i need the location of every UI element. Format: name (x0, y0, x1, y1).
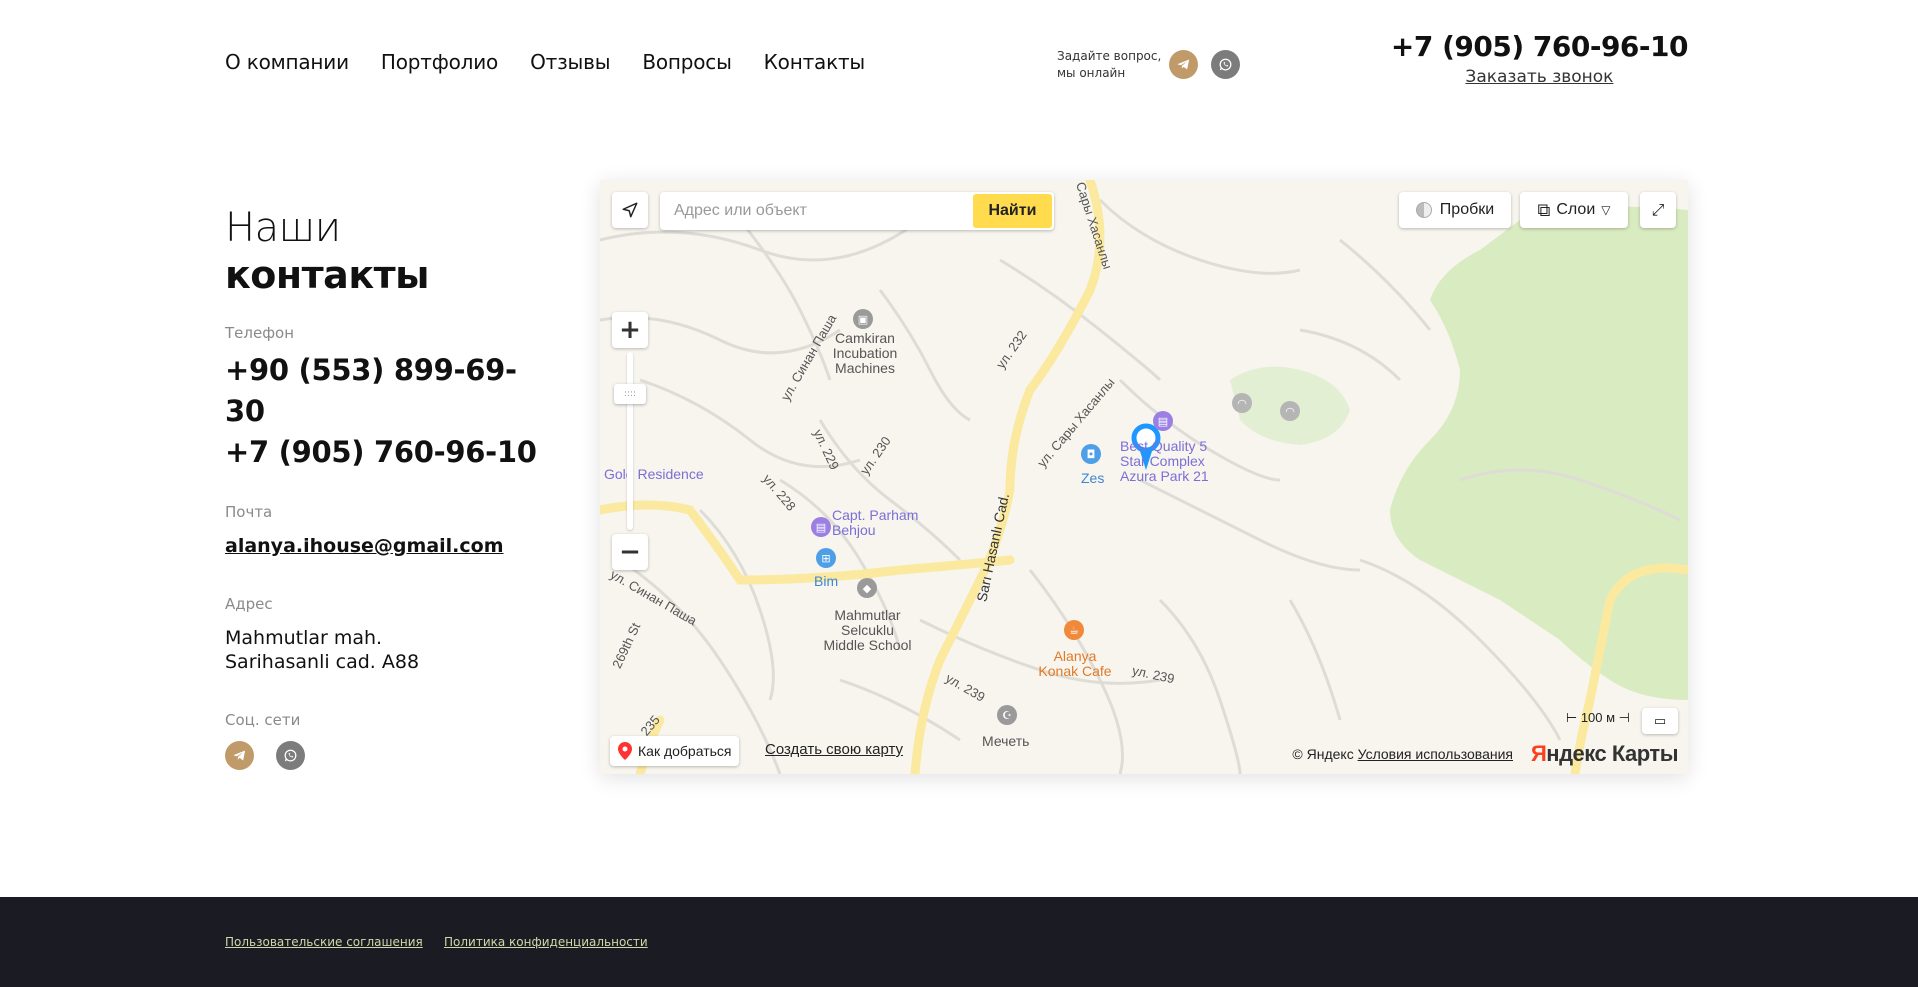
zoom-slider-track[interactable] (627, 352, 633, 530)
cafe-icon[interactable]: ☕ (1064, 620, 1084, 640)
layers-label: Слои (1556, 201, 1596, 218)
map-label-school[interactable]: Mahmutlar Selcuklu Middle School (810, 608, 925, 653)
geolocation-button[interactable] (612, 192, 648, 228)
chevron-down-icon: ▽ (1601, 203, 1611, 217)
cemetery-icon[interactable]: ◠ (1280, 401, 1300, 421)
phone-label: Телефон (225, 324, 295, 342)
traffic-label: Пробки (1439, 201, 1495, 218)
route-label: Как добраться (638, 743, 732, 759)
contacts-section: Наши контакты Телефон +90 (553) 899-69-3… (225, 205, 555, 770)
social-label: Соц. сети (225, 711, 301, 729)
ruler-icon: ▭ (1653, 713, 1667, 729)
traffic-icon (1415, 202, 1432, 218)
ask-question-text: Задайте вопрос, мы онлайн (1057, 48, 1167, 82)
copyright-text: © Яндекс (1292, 746, 1354, 762)
cemetery-icon[interactable]: ◠ (1232, 393, 1252, 413)
user-agreements-link[interactable]: Пользовательские соглашения (225, 935, 423, 949)
telegram-icon[interactable] (1169, 50, 1198, 79)
car-icon[interactable]: ◘ (1081, 444, 1101, 464)
map-label-best-quality[interactable]: Best Quality 5 Star Complex Azura Park 2… (1120, 439, 1209, 484)
main-nav: О компании Портфолио Отзывы Вопросы Конт… (225, 50, 897, 74)
address-label: Адрес (225, 595, 273, 613)
telegram-icon[interactable] (225, 741, 254, 770)
zoom-out-button[interactable]: − (612, 534, 648, 570)
minus-icon: − (619, 537, 641, 567)
phone-1[interactable]: +90 (553) 899-69-30 (225, 350, 555, 432)
yandex-maps-logo[interactable]: Яндекс Карты (1530, 741, 1679, 767)
yandex-map[interactable]: ▣ Camkiran Incubation Machines Gold Resi… (600, 180, 1688, 774)
nav-portfolio[interactable]: Портфолио (381, 50, 498, 74)
map-search: Найти (660, 192, 1054, 230)
hotel-icon[interactable]: ▤ (1153, 411, 1173, 431)
plus-icon: + (619, 315, 641, 345)
map-label-zes[interactable]: Zes (1081, 471, 1104, 486)
map-label-capt-parham[interactable]: Capt. Parham Behjou (832, 508, 918, 538)
hotel-icon[interactable]: ▤ (811, 517, 831, 537)
address-line-1: Mahmutlar mah. (225, 627, 383, 649)
site-footer: Пользовательские соглашения Политика кон… (0, 897, 1918, 987)
mosque-icon[interactable]: ☪ (997, 705, 1017, 725)
shop-icon[interactable]: ⊞ (816, 548, 836, 568)
navigation-arrow-icon (622, 202, 638, 218)
whatsapp-icon[interactable] (276, 741, 305, 770)
terms-of-use-link[interactable]: Условия использования (1358, 746, 1513, 762)
zoom-slider-handle[interactable]: :::: (614, 384, 646, 404)
map-label-bim[interactable]: Bim (814, 574, 838, 589)
logo-text: ндекс Карты (1546, 741, 1678, 766)
email-label: Почта (225, 503, 273, 521)
header-phone-block: +7 (905) 760-96-10 Заказать звонок (1391, 30, 1689, 87)
map-label-mosque[interactable]: Мечеть (982, 734, 1029, 749)
address-line-2: Sarihasanli cad. A88 (225, 651, 420, 673)
layers-button[interactable]: ⧉ Слои ▽ (1520, 192, 1628, 228)
map-search-button[interactable]: Найти (972, 194, 1052, 228)
scale-label: 100 м (1580, 710, 1616, 725)
map-marker-icon (618, 742, 632, 760)
map-copyright: © Яндекс Условия использования (1292, 746, 1513, 762)
map-search-input[interactable] (660, 192, 971, 230)
zoom-control: + :::: − (612, 312, 648, 572)
map-scale: ⊢ 100 м ⊣ (1565, 710, 1630, 725)
header-phone[interactable]: +7 (905) 760-96-10 (1391, 30, 1689, 63)
nav-contacts[interactable]: Контакты (764, 50, 866, 74)
factory-icon[interactable]: ▣ (853, 309, 873, 329)
site-header: О компании Портфолио Отзывы Вопросы Конт… (0, 0, 1918, 130)
nav-questions[interactable]: Вопросы (642, 50, 732, 74)
whatsapp-icon[interactable] (1211, 50, 1240, 79)
email-link[interactable]: alanya.ihouse@gmail.com (225, 535, 555, 557)
nav-reviews[interactable]: Отзывы (530, 50, 610, 74)
school-icon[interactable]: ◆ (857, 578, 877, 598)
map-label-camkiran[interactable]: Camkiran Incubation Machines (815, 331, 915, 376)
ruler-button[interactable]: ▭ (1642, 708, 1678, 734)
order-call-link[interactable]: Заказать звонок (1391, 67, 1688, 87)
privacy-policy-link[interactable]: Политика конфиденциальности (444, 935, 648, 949)
header-messengers (1169, 50, 1240, 79)
layers-icon: ⧉ (1537, 199, 1551, 221)
map-label-konak-cafe[interactable]: Alanya Konak Cafe (1030, 649, 1120, 679)
traffic-button[interactable]: Пробки (1399, 192, 1511, 228)
contacts-title-bold: контакты (225, 253, 430, 297)
fullscreen-button[interactable]: ⤢ (1640, 192, 1676, 228)
contacts-title-light: Наши (225, 205, 341, 251)
phone-2[interactable]: +7 (905) 760-96-10 (225, 432, 555, 473)
zoom-in-button[interactable]: + (612, 312, 648, 348)
social-icons (225, 741, 555, 770)
nav-about[interactable]: О компании (225, 50, 349, 74)
route-button[interactable]: Как добраться (610, 736, 740, 766)
ask-line-2: мы онлайн (1057, 66, 1126, 80)
logo-letter: Я (1530, 741, 1547, 766)
create-map-link[interactable]: Создать свою карту (765, 741, 903, 758)
ask-line-1: Задайте вопрос, (1057, 49, 1162, 63)
expand-icon: ⤢ (1651, 200, 1665, 219)
